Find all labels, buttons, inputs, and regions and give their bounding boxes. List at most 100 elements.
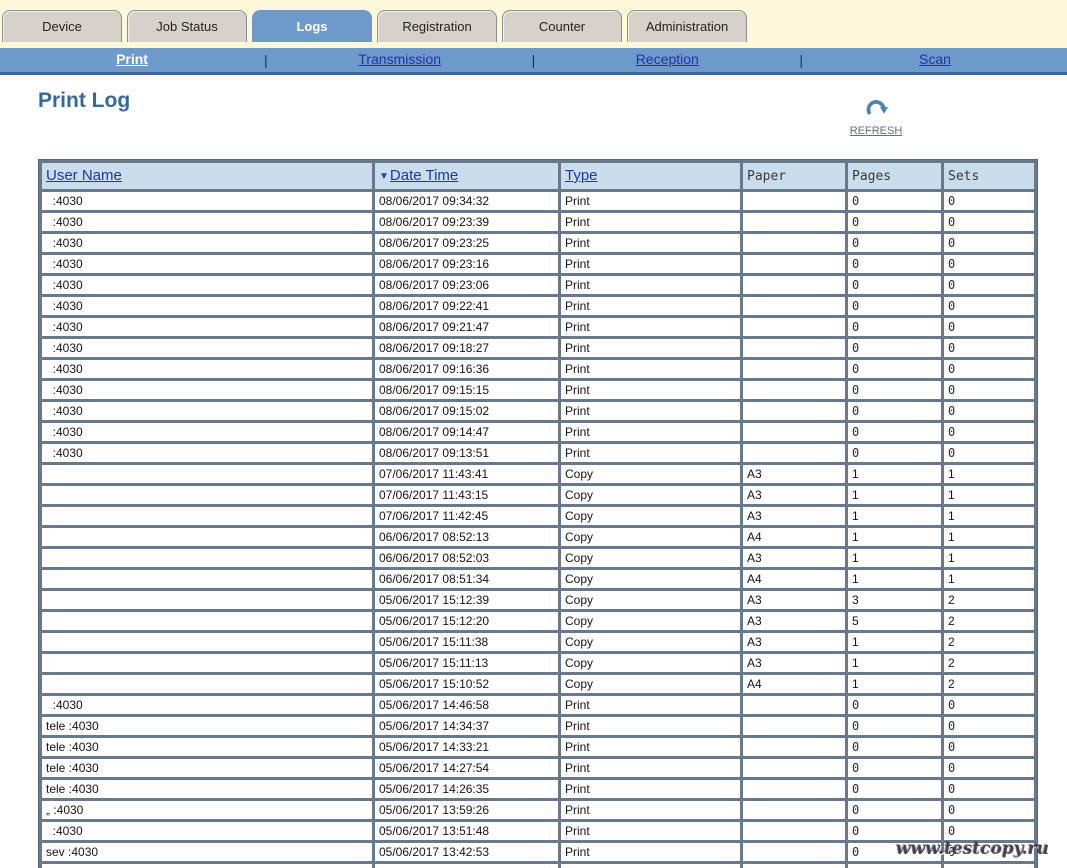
cell-date-time: 08/06/2017 09:23:39 xyxy=(375,213,558,231)
header-paper: Paper xyxy=(743,163,845,189)
cell-paper xyxy=(743,759,845,777)
cell-date-time: 08/06/2017 09:16:36 xyxy=(375,360,558,378)
cell-pages: 0 xyxy=(848,444,941,462)
cell-pages: 1 xyxy=(848,570,941,588)
cell-user-name: tele :4030 xyxy=(42,717,372,735)
sort-date-time-link[interactable]: Date Time xyxy=(390,167,458,184)
cell-sets: 2 xyxy=(944,612,1034,630)
cell-pages: 0 xyxy=(848,339,941,357)
cell-sets: 0 xyxy=(944,318,1034,336)
cell-user-name: :4030 xyxy=(42,402,372,420)
cell-user-name xyxy=(42,570,372,588)
cell-sets: 2 xyxy=(944,654,1034,672)
cell-pages: 1 xyxy=(848,654,941,672)
table-row: 05/06/2017 15:12:20CopyA352 xyxy=(42,612,1034,630)
table-row: :403008/06/2017 09:15:02Print00 xyxy=(42,402,1034,420)
cell-type: Copy xyxy=(561,528,740,546)
cell-date-time: 05/06/2017 14:27:54 xyxy=(375,759,558,777)
cell-type: Copy xyxy=(561,486,740,504)
cell-type: Print xyxy=(561,297,740,315)
cell-pages: 0 xyxy=(848,864,941,868)
cell-type: Print xyxy=(561,843,740,861)
sort-type-link[interactable]: Type xyxy=(565,167,598,184)
cell-user-name xyxy=(42,612,372,630)
cell-sets: 0 xyxy=(944,717,1034,735)
cell-paper xyxy=(743,423,845,441)
table-row: :403008/06/2017 09:23:16Print00 xyxy=(42,255,1034,273)
table-row: :403005/06/2017 13:04:57Print00 xyxy=(42,864,1034,868)
cell-paper: A3 xyxy=(743,549,845,567)
cell-sets: 0 xyxy=(944,402,1034,420)
subnav-link-print[interactable]: Print xyxy=(116,51,148,67)
cell-user-name xyxy=(42,633,372,651)
table-row: :403008/06/2017 09:22:41Print00 xyxy=(42,297,1034,315)
cell-user-name: :4030 xyxy=(42,192,372,210)
cell-paper: A4 xyxy=(743,528,845,546)
cell-type: Print xyxy=(561,381,740,399)
cell-user-name: :4030 xyxy=(42,213,372,231)
subnav-link-transmission[interactable]: Transmission xyxy=(358,51,441,67)
cell-pages: 0 xyxy=(848,297,941,315)
cell-paper xyxy=(743,381,845,399)
cell-type: Print xyxy=(561,738,740,756)
refresh-icon xyxy=(843,97,909,121)
sort-user-name-link[interactable]: User Name xyxy=(46,167,122,184)
table-row: :403008/06/2017 09:23:39Print00 xyxy=(42,213,1034,231)
cell-date-time: 05/06/2017 15:11:38 xyxy=(375,633,558,651)
refresh-label: REFRESH xyxy=(850,125,903,137)
cell-date-time: 08/06/2017 09:14:47 xyxy=(375,423,558,441)
header-user-name: User Name xyxy=(42,163,372,189)
tab-counter[interactable]: Counter xyxy=(502,10,622,42)
cell-sets: 0 xyxy=(944,738,1034,756)
cell-type: Copy xyxy=(561,507,740,525)
table-row: tele :403005/06/2017 14:33:21Print00 xyxy=(42,738,1034,756)
cell-sets: 0 xyxy=(944,759,1034,777)
cell-type: Print xyxy=(561,234,740,252)
cell-paper xyxy=(743,318,845,336)
cell-date-time: 05/06/2017 13:04:57 xyxy=(375,864,558,868)
subnav-link-reception[interactable]: Reception xyxy=(636,51,699,67)
refresh-button[interactable]: REFRESH xyxy=(843,97,909,139)
cell-pages: 0 xyxy=(848,360,941,378)
subnav-link-scan[interactable]: Scan xyxy=(919,51,951,67)
cell-date-time: 05/06/2017 15:10:52 xyxy=(375,675,558,693)
cell-date-time: 08/06/2017 09:34:32 xyxy=(375,192,558,210)
cell-type: Copy xyxy=(561,570,740,588)
cell-paper: A3 xyxy=(743,612,845,630)
table-row: :403008/06/2017 09:23:06Print00 xyxy=(42,276,1034,294)
cell-date-time: 08/06/2017 09:21:47 xyxy=(375,318,558,336)
cell-pages: 0 xyxy=(848,192,941,210)
cell-date-time: 06/06/2017 08:52:13 xyxy=(375,528,558,546)
table-row: 07/06/2017 11:43:41CopyA311 xyxy=(42,465,1034,483)
cell-user-name: tele :4030 xyxy=(42,738,372,756)
cell-sets: 0 xyxy=(944,822,1034,840)
cell-sets: 2 xyxy=(944,675,1034,693)
cell-user-name: :4030 xyxy=(42,276,372,294)
cell-type: Print xyxy=(561,276,740,294)
cell-paper: A3 xyxy=(743,654,845,672)
subnav-bar: Print | Transmission | Reception | Scan xyxy=(0,48,1067,75)
table-row: 06/06/2017 08:51:34CopyA411 xyxy=(42,570,1034,588)
cell-date-time: 07/06/2017 11:43:15 xyxy=(375,486,558,504)
tab-device[interactable]: Device xyxy=(2,10,122,42)
cell-pages: 0 xyxy=(848,402,941,420)
cell-type: Copy xyxy=(561,633,740,651)
sort-desc-icon: ▼ xyxy=(379,171,389,182)
cell-pages: 0 xyxy=(848,423,941,441)
tab-administration[interactable]: Administration xyxy=(627,10,747,42)
tab-logs[interactable]: Logs xyxy=(252,10,372,42)
cell-date-time: 05/06/2017 14:34:37 xyxy=(375,717,558,735)
cell-type: Copy xyxy=(561,591,740,609)
cell-type: Print xyxy=(561,318,740,336)
tab-registration[interactable]: Registration xyxy=(377,10,497,42)
tab-job-status[interactable]: Job Status xyxy=(127,10,247,42)
cell-paper xyxy=(743,444,845,462)
cell-type: Copy xyxy=(561,675,740,693)
cell-paper xyxy=(743,864,845,868)
tab-label: Logs xyxy=(296,19,327,34)
cell-sets: 0 xyxy=(944,360,1034,378)
cell-user-name: tele :4030 xyxy=(42,759,372,777)
table-row: :403008/06/2017 09:14:47Print00 xyxy=(42,423,1034,441)
cell-paper: A3 xyxy=(743,486,845,504)
cell-date-time: 08/06/2017 09:23:16 xyxy=(375,255,558,273)
